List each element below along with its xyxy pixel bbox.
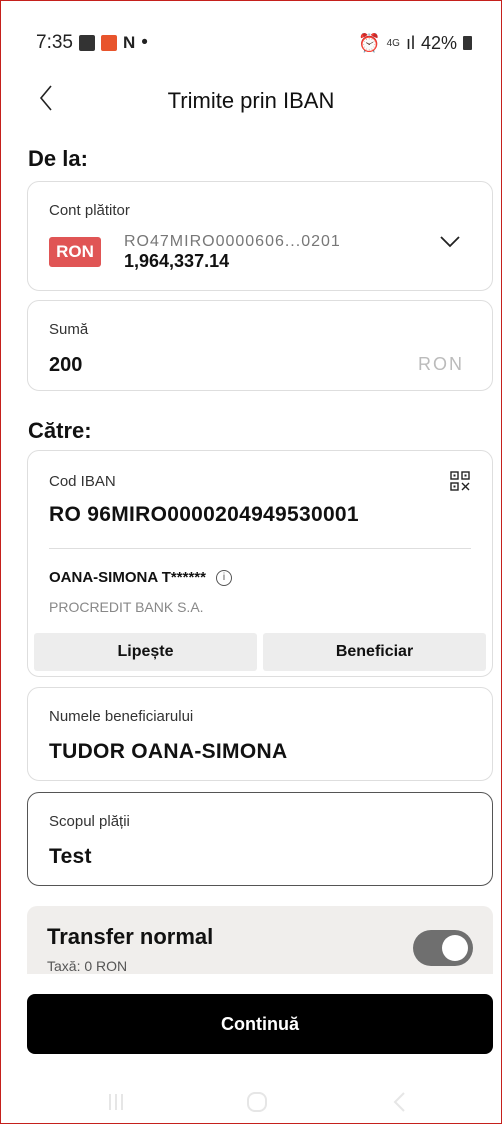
iban-caption: Cod IBAN bbox=[49, 473, 116, 490]
n-notification-icon: N bbox=[122, 33, 136, 52]
battery-icon bbox=[463, 36, 472, 50]
transfer-type-title: Transfer normal bbox=[47, 924, 214, 949]
battery-percent: 42% bbox=[420, 32, 457, 53]
network-type: 4G bbox=[386, 37, 400, 49]
back-nav-icon[interactable] bbox=[388, 1090, 412, 1114]
recipient-iban-input[interactable]: RO 96MIRO0000204949530001 bbox=[49, 503, 359, 527]
to-section-label: Către: bbox=[28, 418, 92, 443]
beneficiary-name-caption: Numele beneficiarului bbox=[49, 708, 194, 725]
chevron-down-icon[interactable] bbox=[438, 232, 462, 252]
iban-card: Cod IBAN RO 96MIRO0000204949530001 OANA-… bbox=[27, 450, 493, 677]
payer-account-selector[interactable]: Cont plătitor RON RO47MIRO0000606...0201… bbox=[27, 181, 493, 291]
home-icon[interactable] bbox=[245, 1090, 269, 1114]
account-holder: OANA-SIMONA T****** i bbox=[49, 569, 232, 586]
alarm-icon: ⏰ bbox=[358, 32, 381, 53]
payer-iban: RO47MIRO0000606...0201 bbox=[124, 233, 341, 250]
signal-icon: ıl bbox=[405, 32, 415, 53]
transfer-toggle[interactable] bbox=[413, 930, 473, 966]
amount-currency: RON bbox=[418, 354, 464, 374]
dot-notification-icon: • bbox=[141, 32, 148, 53]
paste-button[interactable]: Lipește bbox=[34, 633, 257, 671]
divider bbox=[49, 548, 471, 549]
page-title: Trimite prin IBAN bbox=[167, 88, 335, 113]
status-time: 7:35 bbox=[36, 32, 73, 53]
app-notification-icon bbox=[100, 35, 117, 51]
beneficiary-name-field[interactable]: Numele beneficiarului TUDOR OANA-SIMONA bbox=[27, 687, 493, 781]
account-balance: 1,964,337.14 bbox=[124, 251, 230, 271]
iban-actions: Lipește Beneficiar bbox=[34, 633, 486, 671]
beneficiary-button[interactable]: Beneficiar bbox=[263, 633, 486, 671]
info-icon[interactable]: i bbox=[215, 569, 232, 586]
currency-badge: RON bbox=[49, 237, 101, 267]
payment-purpose-field[interactable]: Scopul plății Test bbox=[27, 792, 493, 886]
amount-field[interactable]: Sumă 200 RON bbox=[27, 300, 493, 391]
app-header: Trimite prin IBAN bbox=[0, 80, 502, 124]
payment-purpose-caption: Scopul plății bbox=[49, 813, 130, 830]
continue-button[interactable]: Continuă bbox=[27, 994, 493, 1054]
account-holder-name: OANA-SIMONA T****** bbox=[49, 569, 206, 586]
transfer-fee: Taxă: 0 RON bbox=[47, 958, 128, 974]
qr-scan-icon[interactable] bbox=[450, 471, 470, 491]
payment-purpose-value: Test bbox=[49, 845, 92, 868]
bank-name: PROCREDIT BANK S.A. bbox=[49, 599, 204, 615]
amount-caption: Sumă bbox=[49, 321, 89, 338]
account-caption: Cont plătitor bbox=[49, 202, 130, 219]
beneficiary-name-value: TUDOR OANA-SIMONA bbox=[49, 740, 288, 763]
system-nav-bar bbox=[0, 1082, 502, 1122]
gallery-notification-icon bbox=[78, 35, 95, 51]
amount-value: 200 bbox=[49, 354, 83, 376]
transfer-type-panel: Transfer normal Taxă: 0 RON bbox=[27, 906, 493, 974]
toggle-knob bbox=[442, 935, 468, 961]
recent-apps-icon[interactable] bbox=[104, 1090, 128, 1114]
from-section-label: De la: bbox=[28, 146, 88, 171]
status-bar: 7:35 N • ⏰ 4G ıl 42% bbox=[36, 30, 472, 56]
